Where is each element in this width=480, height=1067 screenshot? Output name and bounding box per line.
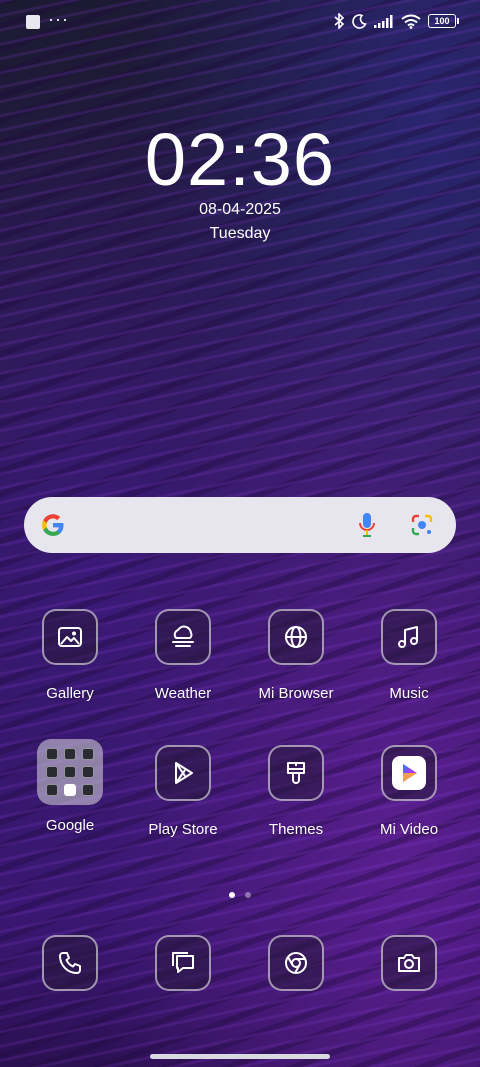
camera-icon[interactable]	[381, 935, 437, 991]
app-mi-video[interactable]: Mi Video	[354, 745, 464, 839]
signal-icon	[374, 15, 393, 28]
globe-icon[interactable]	[268, 609, 324, 665]
microphone-icon[interactable]	[358, 512, 376, 538]
battery-icon: 100	[428, 14, 459, 28]
app-play-store[interactable]: Play Store	[128, 745, 238, 839]
app-gallery[interactable]: Gallery	[15, 609, 125, 703]
mini-app-icon	[64, 784, 76, 796]
dock-messages[interactable]	[128, 935, 238, 991]
mini-app-icon	[82, 766, 94, 778]
status-bar: ··· 100	[0, 0, 480, 46]
app-themes[interactable]: Themes	[241, 745, 351, 839]
status-bar-left: ···	[26, 9, 69, 29]
dock-phone[interactable]	[15, 935, 125, 991]
app-label: Play Store	[148, 821, 218, 838]
page-dot[interactable]	[245, 892, 251, 898]
page-indicator	[0, 892, 480, 898]
bluetooth-icon	[334, 13, 345, 29]
clock-time[interactable]: 02:36	[0, 118, 480, 202]
mini-app-icon	[46, 784, 58, 796]
do-not-disturb-moon-icon	[352, 13, 367, 29]
clock-day: Tuesday	[209, 225, 271, 242]
wifi-icon	[401, 14, 421, 29]
more-dots-icon: ···	[48, 9, 69, 29]
mini-app-icon	[82, 748, 94, 760]
mi-video-icon[interactable]	[381, 745, 437, 801]
battery-level: 100	[434, 16, 450, 26]
dock-chrome[interactable]	[241, 935, 351, 991]
clock-date[interactable]: 08-04-2025	[0, 200, 480, 220]
gallery-icon[interactable]	[42, 609, 98, 665]
folder-icon[interactable]	[37, 739, 103, 805]
app-music[interactable]: Music	[354, 609, 464, 703]
chrome-icon[interactable]	[268, 935, 324, 991]
messages-icon[interactable]	[155, 935, 211, 991]
weather-icon[interactable]	[155, 609, 211, 665]
app-label: Google	[45, 817, 95, 834]
phone-icon[interactable]	[42, 935, 98, 991]
mini-app-icon	[46, 766, 58, 778]
mini-app-icon	[46, 748, 58, 760]
app-label: Mi Video	[379, 821, 439, 838]
app-label: Gallery	[46, 685, 94, 702]
app-label: Themes	[268, 821, 324, 838]
mini-app-icon	[64, 766, 76, 778]
app-label: Mi Browser	[258, 685, 334, 702]
music-note-icon[interactable]	[381, 609, 437, 665]
mini-app-icon	[64, 748, 76, 760]
google-search-bar[interactable]	[24, 497, 456, 553]
app-weather[interactable]: Weather	[128, 609, 238, 703]
dock-camera[interactable]	[354, 935, 464, 991]
mini-app-icon	[82, 784, 94, 796]
play-store-icon[interactable]	[155, 745, 211, 801]
google-lens-icon[interactable]	[410, 513, 434, 537]
notification-square-icon	[26, 15, 40, 29]
status-bar-right: 100	[333, 13, 459, 29]
app-mi-browser[interactable]: Mi Browser	[241, 609, 351, 703]
page-dot-active[interactable]	[229, 892, 235, 898]
app-google-folder[interactable]: Google	[15, 739, 125, 835]
google-g-icon	[42, 514, 64, 537]
app-label: Music	[389, 685, 429, 702]
gesture-navigation-bar[interactable]	[150, 1054, 330, 1059]
app-label: Weather	[154, 685, 212, 702]
brush-icon[interactable]	[268, 745, 324, 801]
